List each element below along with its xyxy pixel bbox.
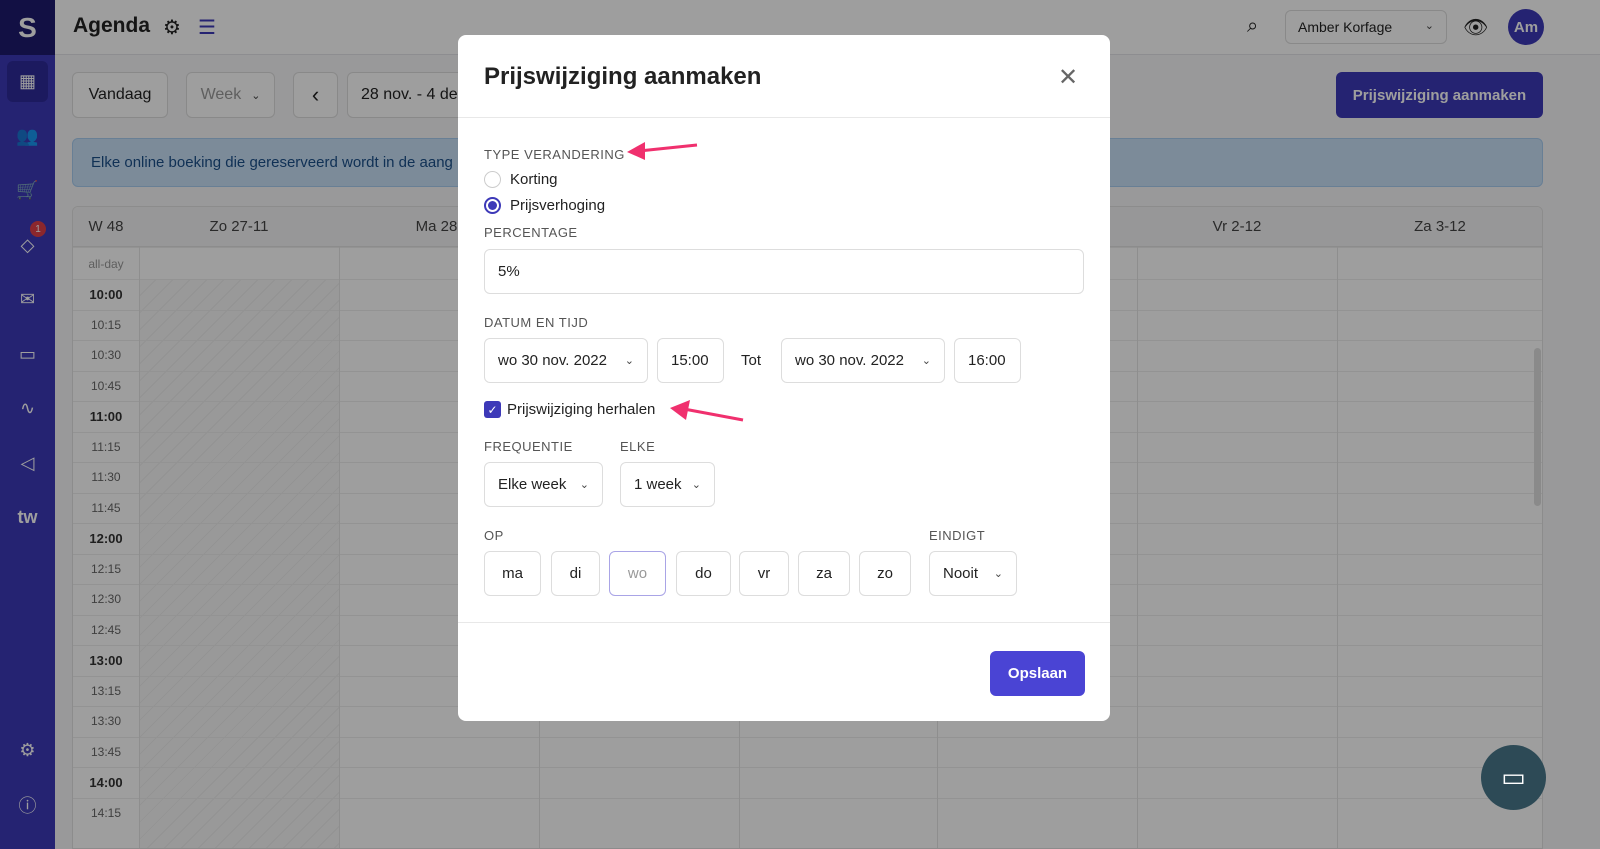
chevron-down-icon: ⌄ bbox=[579, 479, 589, 491]
radio-korting[interactable] bbox=[484, 171, 501, 188]
option-korting[interactable]: Korting bbox=[510, 171, 558, 188]
save-button[interactable]: Opslaan bbox=[990, 651, 1085, 696]
price-change-modal: Prijswijziging aanmaken ✕ TYPE VERANDERI… bbox=[458, 35, 1110, 721]
radio-prijsverhoging[interactable] bbox=[484, 197, 501, 214]
day-zo[interactable]: zo bbox=[859, 551, 911, 596]
divider bbox=[458, 622, 1110, 623]
end-date-select[interactable]: wo 30 nov. 2022 ⌄ bbox=[781, 338, 945, 383]
day-vr[interactable]: vr bbox=[739, 551, 789, 596]
annotation-arrow-icon bbox=[670, 400, 744, 422]
start-date-select[interactable]: wo 30 nov. 2022 ⌄ bbox=[484, 338, 648, 383]
frequency-value: Elke week bbox=[498, 476, 567, 493]
day-za[interactable]: za bbox=[798, 551, 850, 596]
start-date: wo 30 nov. 2022 bbox=[498, 352, 607, 369]
modal-title: Prijswijziging aanmaken bbox=[484, 63, 762, 90]
every-label: ELKE bbox=[620, 439, 656, 454]
chevron-down-icon: ⌄ bbox=[921, 355, 931, 367]
end-time-input[interactable]: 16:00 bbox=[954, 338, 1021, 383]
frequency-select[interactable]: Elke week ⌄ bbox=[484, 462, 603, 507]
option-prijsverhoging[interactable]: Prijsverhoging bbox=[510, 197, 605, 214]
chevron-down-icon: ⌄ bbox=[993, 568, 1003, 580]
day-wo[interactable]: wo bbox=[609, 551, 666, 596]
end-date: wo 30 nov. 2022 bbox=[795, 352, 904, 369]
ends-label: EINDIGT bbox=[929, 528, 986, 543]
to-label: Tot bbox=[741, 352, 762, 369]
chat-launcher[interactable]: ▭ bbox=[1481, 745, 1546, 810]
type-label: TYPE VERANDERING bbox=[484, 147, 625, 162]
ends-value: Nooit bbox=[943, 565, 979, 582]
chevron-down-icon: ⌄ bbox=[691, 479, 701, 491]
every-select[interactable]: 1 week ⌄ bbox=[620, 462, 715, 507]
day-do[interactable]: do bbox=[676, 551, 731, 596]
percentage-label: PERCENTAGE bbox=[484, 225, 578, 240]
ends-select[interactable]: Nooit ⌄ bbox=[929, 551, 1017, 596]
on-label: OP bbox=[484, 528, 504, 543]
divider bbox=[458, 117, 1110, 118]
day-ma[interactable]: ma bbox=[484, 551, 541, 596]
repeat-checkbox[interactable]: ✓ bbox=[484, 401, 501, 418]
repeat-label[interactable]: Prijswijziging herhalen bbox=[507, 401, 655, 418]
close-icon[interactable]: ✕ bbox=[1058, 63, 1078, 92]
day-di[interactable]: di bbox=[551, 551, 600, 596]
chevron-down-icon: ⌄ bbox=[624, 355, 634, 367]
frequency-label: FREQUENTIE bbox=[484, 439, 573, 454]
every-value: 1 week bbox=[634, 476, 682, 493]
percentage-input[interactable]: 5% bbox=[484, 249, 1084, 294]
chat-icon: ▭ bbox=[1501, 762, 1526, 792]
start-time-input[interactable]: 15:00 bbox=[657, 338, 724, 383]
scrollbar[interactable] bbox=[1534, 348, 1541, 506]
datetime-label: DATUM EN TIJD bbox=[484, 315, 589, 330]
annotation-arrow-icon bbox=[627, 142, 698, 160]
